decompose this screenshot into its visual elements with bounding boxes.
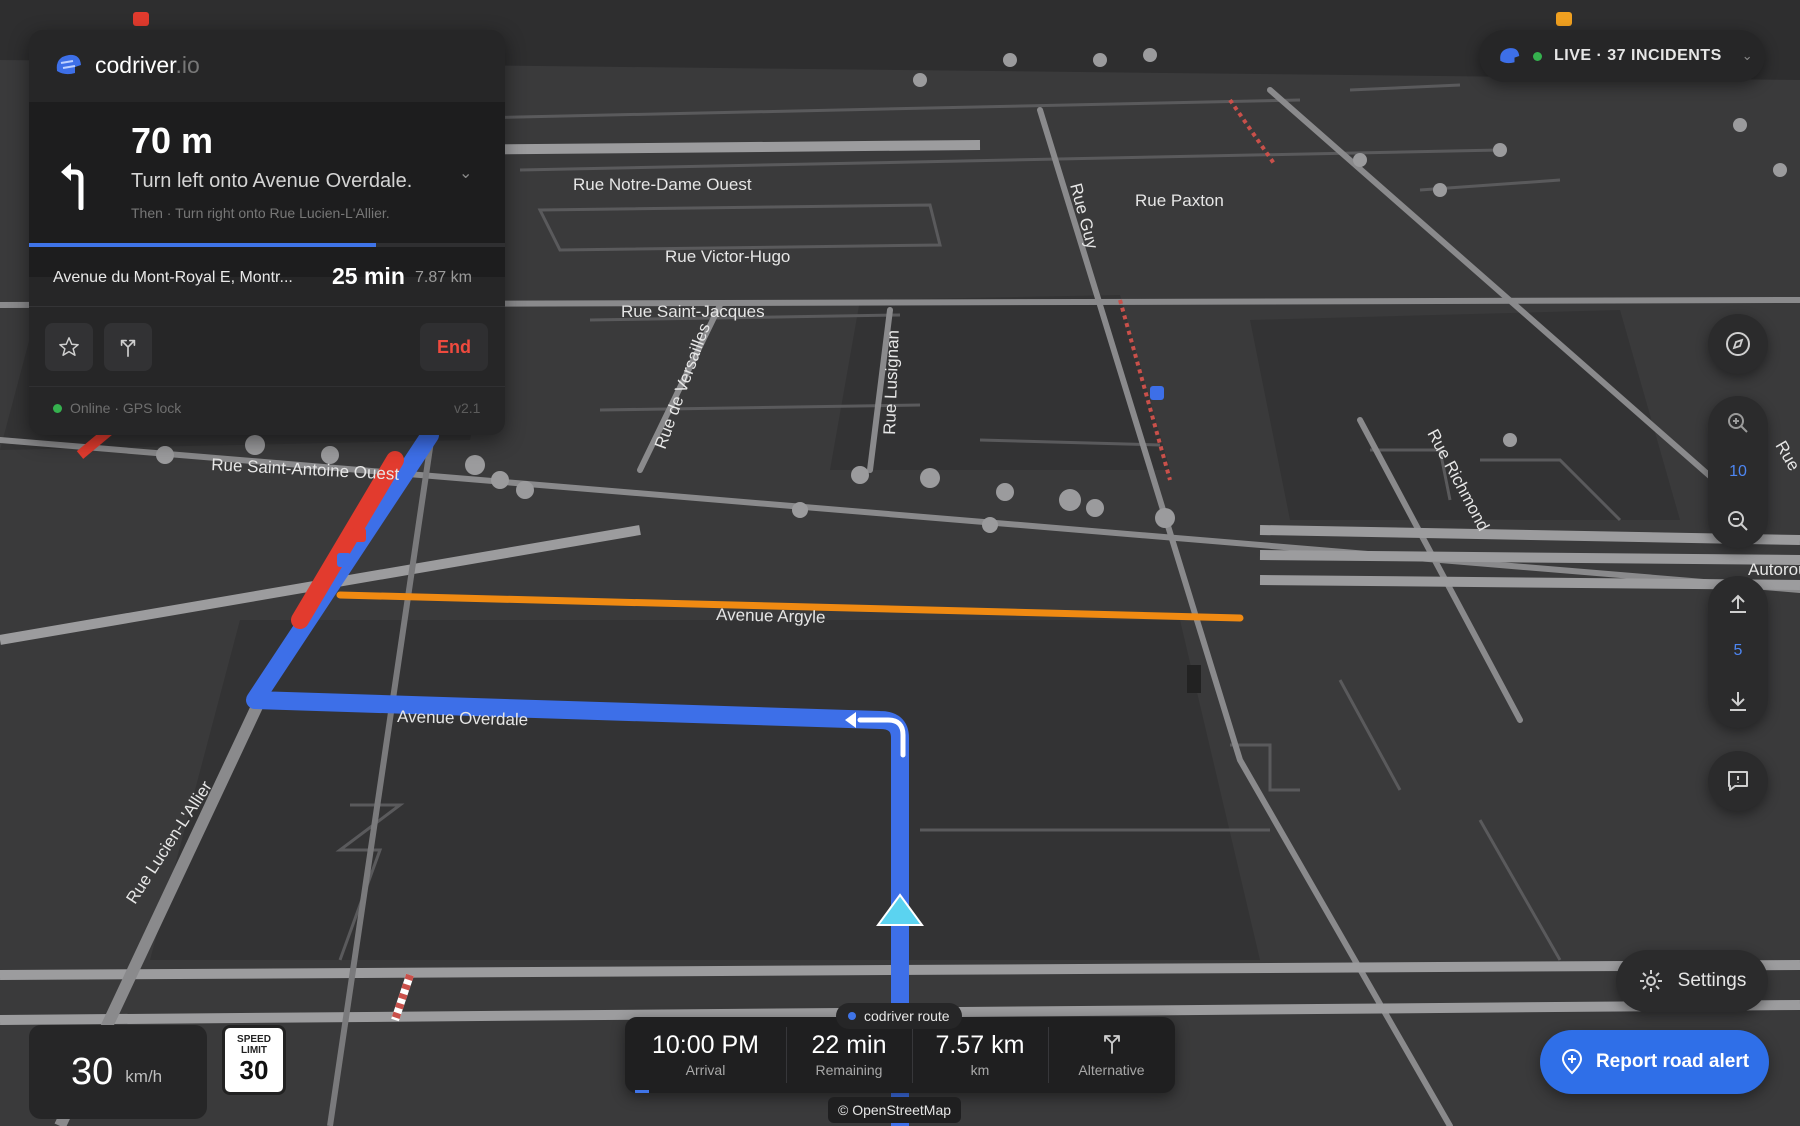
street-label: Rue Notre-Dame Ouest xyxy=(573,175,752,194)
report-road-alert-button[interactable]: Report road alert xyxy=(1540,1030,1769,1094)
arrow-down-icon xyxy=(1730,692,1746,711)
remaining-value: 22 min xyxy=(811,1031,887,1059)
maneuver-instruction: Turn left onto Avenue Overdale. xyxy=(131,170,413,192)
distance-label: km xyxy=(970,1062,990,1078)
zoom-out-icon xyxy=(1728,511,1748,531)
end-navigation-button[interactable]: End xyxy=(420,323,488,371)
arrival-label: Arrival xyxy=(685,1062,726,1078)
current-speed: 30 km/h xyxy=(29,1025,207,1119)
settings-button[interactable]: Settings xyxy=(1616,950,1768,1012)
trip-eta: 25 min xyxy=(332,263,405,289)
fork-route-icon xyxy=(120,339,136,357)
connection-status: Online · GPS lock xyxy=(53,400,181,416)
gear-icon xyxy=(1639,970,1662,992)
speed-unit: km/h xyxy=(125,1067,163,1086)
turn-left-icon xyxy=(59,160,95,215)
speed-limit-value: 30 xyxy=(239,1055,269,1085)
street-label: Autorou xyxy=(1748,560,1800,579)
live-dot xyxy=(1533,51,1542,61)
street-label: Rue Saint-Jacques xyxy=(621,302,765,321)
destination: Avenue du Mont-Royal E, Montr... xyxy=(53,269,293,286)
report-label: Report road alert xyxy=(1595,1051,1750,1072)
alternative-label: Alternative xyxy=(1078,1062,1145,1078)
feedback-icon xyxy=(1728,771,1748,791)
tilt-controls: 5 xyxy=(1708,576,1768,728)
zoom-in-icon xyxy=(1728,413,1748,433)
brand-name: codriver.io xyxy=(95,51,200,78)
route-tag-label: codriver route xyxy=(864,1008,950,1024)
street-label: Rue Lusignan xyxy=(880,330,903,436)
remaining-label: Remaining xyxy=(815,1062,883,1078)
speed-value: 30 xyxy=(71,1050,114,1093)
map-attribution[interactable]: © OpenStreetMap xyxy=(828,1097,962,1123)
street-label: Rue Victor-Hugo xyxy=(665,247,790,266)
trip-distance: 7.87 km xyxy=(415,269,472,286)
live-incidents-toggle[interactable]: LIVE · 37 INCIDENTS ⌄ xyxy=(1479,30,1765,82)
alternative-route-button[interactable]: Alternative xyxy=(1048,1017,1175,1093)
navigation-card: codriver.io 70 m Turn left onto Avenue O… xyxy=(29,30,505,435)
zoom-controls: 10 xyxy=(1708,396,1768,548)
helmet-logo-icon xyxy=(56,54,81,75)
chevron-down-icon[interactable]: ⌄ xyxy=(459,163,472,183)
speed-limit-sign: SPEED LIMIT 30 xyxy=(222,1025,286,1095)
alternatives-button[interactable] xyxy=(104,323,152,371)
route-tag: codriver route xyxy=(836,1003,962,1029)
settings-label: Settings xyxy=(1677,970,1747,991)
route-dot xyxy=(848,1012,856,1020)
street-label: Avenue Overdale xyxy=(397,707,529,729)
feedback-button[interactable] xyxy=(1708,751,1768,811)
favorite-button[interactable] xyxy=(45,323,93,371)
distance-value: 7.57 km xyxy=(935,1031,1025,1059)
navigation-screen: Rue Notre-Dame Ouest Rue Victor-Hugo Rue… xyxy=(0,0,1800,1126)
zoom-in-button[interactable] xyxy=(1708,398,1768,448)
zoom-level: 10 xyxy=(1729,463,1747,480)
street-label: Rue Paxton xyxy=(1135,191,1224,210)
arrival-cell: 10:00 PM Arrival xyxy=(625,1017,786,1093)
arrival-value: 10:00 PM xyxy=(651,1031,759,1059)
speed-limit-label: SPEED LIMIT xyxy=(237,1034,271,1056)
compass-icon xyxy=(1726,332,1750,356)
helmet-logo-icon xyxy=(1500,48,1520,64)
street-label: Avenue Argyle xyxy=(716,605,826,627)
app-version: v2.1 xyxy=(454,400,481,416)
next-maneuver: Then · Turn right onto Rue Lucien-L'Alli… xyxy=(131,205,390,221)
brand: codriver.io xyxy=(53,50,200,80)
tilt-down-button[interactable] xyxy=(1708,676,1768,726)
maneuver-distance: 70 m xyxy=(131,120,214,161)
arrow-up-icon xyxy=(1730,594,1746,613)
route-progress xyxy=(635,1090,649,1093)
tilt-up-button[interactable] xyxy=(1708,578,1768,628)
maneuver-progress xyxy=(29,243,505,247)
location-pin-plus-icon xyxy=(1561,1049,1582,1075)
chevron-down-icon: ⌄ xyxy=(1741,48,1753,63)
divider xyxy=(29,386,505,387)
fork-route-icon xyxy=(1103,1035,1120,1054)
live-incidents-label: LIVE · 37 INCIDENTS xyxy=(1554,47,1722,64)
divider xyxy=(29,306,505,307)
online-dot xyxy=(53,403,62,413)
zoom-out-button[interactable] xyxy=(1708,496,1768,546)
star-icon xyxy=(59,337,79,356)
status-text: Online · GPS lock xyxy=(70,400,182,416)
tilt-level: 5 xyxy=(1733,642,1743,659)
compass-button[interactable] xyxy=(1708,314,1768,374)
